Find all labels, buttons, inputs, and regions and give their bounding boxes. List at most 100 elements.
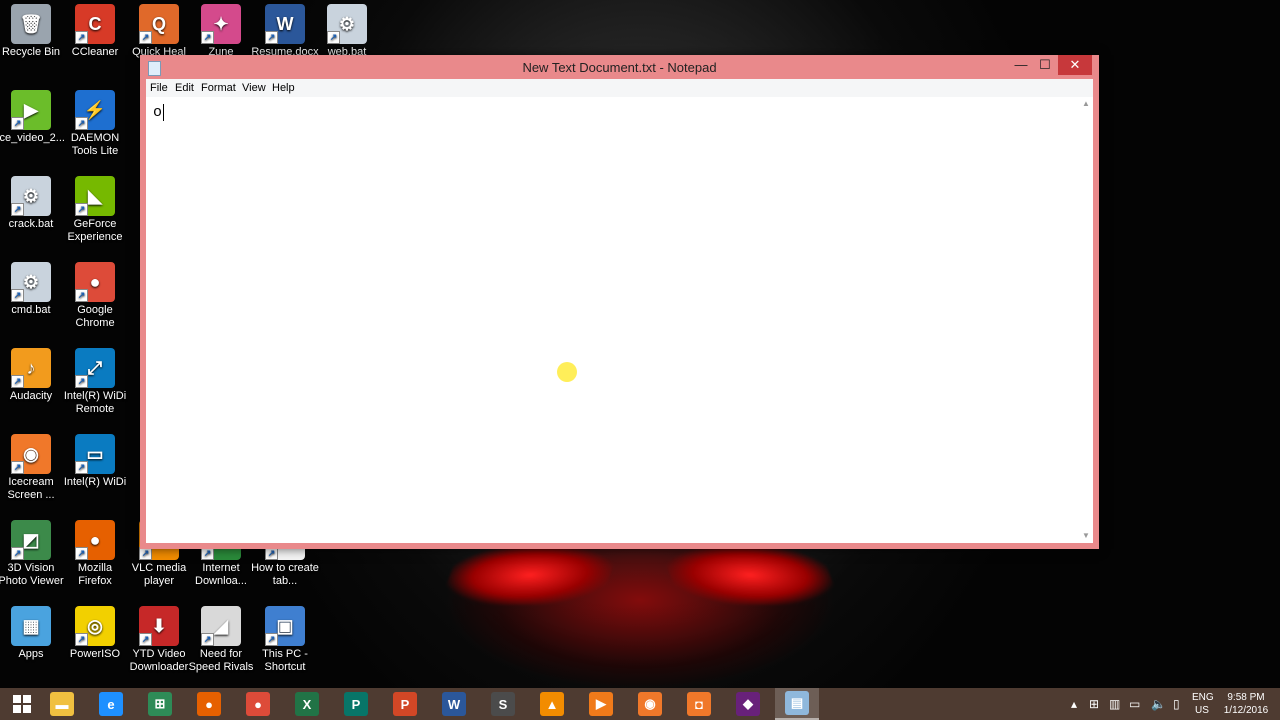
desktop-icon-web-bat[interactable]: ⚙ ↗ web.bat: [312, 4, 382, 59]
language-region: US: [1195, 705, 1209, 716]
poweriso-icon: ◎ ↗: [75, 606, 115, 646]
vertical-scrollbar[interactable]: ▲ ▼: [1079, 97, 1093, 543]
desktop-icon-label: Apps: [18, 648, 44, 660]
desktop-icon-label: This PC - Shortcut: [262, 648, 308, 673]
desktop-icon-label: Google Chrome: [75, 304, 115, 329]
desktop-icon-label: Recycle Bin: [1, 46, 61, 58]
shortcut-arrow-icon: ↗: [11, 461, 24, 474]
desktop-icon-ytd-video-downloader[interactable]: ⬇ ↗ YTD Video Downloader: [124, 606, 194, 674]
recycle-bin-icon: 🗑: [11, 4, 51, 44]
cmd-bat-icon: ⚙ ↗: [11, 262, 51, 302]
notepad-titlebar[interactable]: New Text Document.txt - Notepad — ☐ ✕: [140, 55, 1099, 79]
shortcut-arrow-icon: ↗: [75, 375, 88, 388]
crack-bat-icon: ⚙ ↗: [11, 176, 51, 216]
icecream-screen-icon: ◉ ↗: [11, 434, 51, 474]
taskbar-icecream-screenshot[interactable]: ◘: [677, 688, 721, 720]
network-icon[interactable]: ▥: [1109, 697, 1120, 711]
menu-view[interactable]: View: [242, 82, 266, 94]
windows-logo-icon: [13, 695, 31, 713]
start-button[interactable]: [0, 688, 44, 720]
taskbar-publisher[interactable]: P: [334, 688, 378, 720]
shortcut-arrow-icon: ↗: [139, 31, 152, 44]
shortcut-arrow-icon: ↗: [139, 633, 152, 646]
scroll-down-icon[interactable]: ▼: [1079, 529, 1093, 543]
shortcut-arrow-icon: ↗: [75, 289, 88, 302]
desktop-icon-label: VLC media player: [131, 562, 187, 587]
taskbar-sublime-text[interactable]: S: [481, 688, 525, 720]
desktop-icon-this-pc-shortcut[interactable]: ▣ ↗ This PC - Shortcut: [250, 606, 320, 674]
desktop-icon-resume-docx[interactable]: W ↗ Resume.docx: [250, 4, 320, 59]
menu-format[interactable]: Format: [201, 82, 236, 94]
media-player-icon: ▶: [589, 692, 613, 716]
taskbar-icecream-recorder[interactable]: ◉: [628, 688, 672, 720]
taskbar-media-player[interactable]: ▶: [579, 688, 623, 720]
desktop-icon-google-chrome[interactable]: ● ↗ Google Chrome: [60, 262, 130, 330]
taskbar-firefox[interactable]: ●: [187, 688, 231, 720]
desktop-icon-icecream-screen[interactable]: ◉ ↗ Icecream Screen ...: [0, 434, 66, 502]
taskbar-powerpoint[interactable]: P: [383, 688, 427, 720]
desktop-icon-need-for-speed-rivals[interactable]: ◢ ↗ Need for Speed Rivals: [186, 606, 256, 674]
menu-bar: File Edit Format View Help: [146, 79, 1093, 97]
desktop-icon-label: Intel(R) WiDi Remote: [63, 390, 127, 415]
maximize-button[interactable]: ☐: [1032, 55, 1058, 75]
volume-icon[interactable]: 🔈: [1151, 697, 1166, 711]
internet-explorer-icon: e: [99, 692, 123, 716]
audacity-icon: ♪ ↗: [11, 348, 51, 388]
taskbar-store[interactable]: ⊞: [138, 688, 182, 720]
desktop-icon-ice-video-2[interactable]: ▶ ↗ ice_video_2...: [0, 90, 66, 145]
desktop-icon-label: Need for Speed Rivals: [188, 648, 254, 673]
this-pc-shortcut-icon: ▣ ↗: [265, 606, 305, 646]
desktop-icon-recycle-bin[interactable]: 🗑 Recycle Bin: [0, 4, 66, 59]
taskbar-excel[interactable]: X: [285, 688, 329, 720]
zune-icon: ✦ ↗: [201, 4, 241, 44]
scroll-up-icon[interactable]: ▲: [1079, 97, 1093, 111]
icecream-screenshot-icon: ◘: [687, 692, 711, 716]
desktop-icon-intel-r-widi[interactable]: ▭ ↗ Intel(R) WiDi: [60, 434, 130, 489]
close-button[interactable]: ✕: [1058, 55, 1092, 75]
show-hidden-icons-icon[interactable]: ▴: [1071, 697, 1077, 711]
battery-icon[interactable]: ▯: [1173, 697, 1180, 711]
menu-edit[interactable]: Edit: [175, 82, 194, 94]
desktop-icon-intel-r-widi-remote[interactable]: ⤢ ↗ Intel(R) WiDi Remote: [60, 348, 130, 416]
desktop-icon-zune[interactable]: ✦ ↗ Zune: [186, 4, 256, 59]
taskbar-chrome[interactable]: ●: [236, 688, 280, 720]
document-text: o: [153, 104, 163, 121]
minimize-button[interactable]: —: [1008, 55, 1034, 75]
desktop-icon-label: GeForce Experience: [67, 218, 123, 243]
desktop-icon-label: Internet Downloa...: [195, 562, 247, 587]
taskbar-vlc[interactable]: ▲: [530, 688, 574, 720]
publisher-icon: P: [344, 692, 368, 716]
sublime-text-icon: S: [491, 692, 515, 716]
desktop-icon-mozilla-firefox[interactable]: ● ↗ Mozilla Firefox: [60, 520, 130, 588]
desktop-icon-poweriso[interactable]: ◎ ↗ PowerISO: [60, 606, 130, 661]
desktop-icon-3d-vision-photo-viewer[interactable]: ◩ ↗ 3D Vision Photo Viewer: [0, 520, 66, 588]
action-center-icon[interactable]: ▭: [1129, 697, 1140, 711]
desktop-icon-label: Audacity: [9, 390, 53, 402]
desktop-icon-ccleaner[interactable]: C ↗ CCleaner: [60, 4, 130, 59]
desktop-icon-crack-bat[interactable]: ⚙ ↗ crack.bat: [0, 176, 66, 231]
menu-file[interactable]: File: [150, 82, 168, 94]
taskbar-file-explorer[interactable]: ▬: [40, 688, 84, 720]
ccleaner-icon: C ↗: [75, 4, 115, 44]
desktop-icon-apps[interactable]: ▦ Apps: [0, 606, 66, 661]
text-caret: [163, 104, 164, 121]
file-explorer-icon: ▬: [50, 692, 74, 716]
desktop-icon-label: Intel(R) WiDi: [63, 476, 127, 488]
menu-help[interactable]: Help: [272, 82, 295, 94]
intel-r-widi-icon: ▭ ↗: [75, 434, 115, 474]
ytd-video-downloader-icon: ⬇ ↗: [139, 606, 179, 646]
desktop-icon-cmd-bat[interactable]: ⚙ ↗ cmd.bat: [0, 262, 66, 317]
taskbar-word[interactable]: W: [432, 688, 476, 720]
language-indicator[interactable]: ENG US: [1192, 691, 1214, 717]
desktop-icon-daemon-tools-lite[interactable]: ⚡ ↗ DAEMON Tools Lite: [60, 90, 130, 158]
taskbar-internet-explorer[interactable]: e: [89, 688, 133, 720]
desktop-icon-geforce-experience[interactable]: ◣ ↗ GeForce Experience: [60, 176, 130, 244]
windows-flag-icon[interactable]: ⊞: [1089, 697, 1099, 711]
visual-studio-icon: ◆: [736, 692, 760, 716]
clock[interactable]: 9:58 PM 1/12/2016: [1220, 691, 1272, 717]
taskbar-visual-studio[interactable]: ◆: [726, 688, 770, 720]
firefox-icon: ●: [197, 692, 221, 716]
taskbar-notepad[interactable]: ▤: [775, 688, 819, 720]
text-editor-area[interactable]: o ▲ ▼: [146, 97, 1093, 543]
desktop-icon-audacity[interactable]: ♪ ↗ Audacity: [0, 348, 66, 403]
